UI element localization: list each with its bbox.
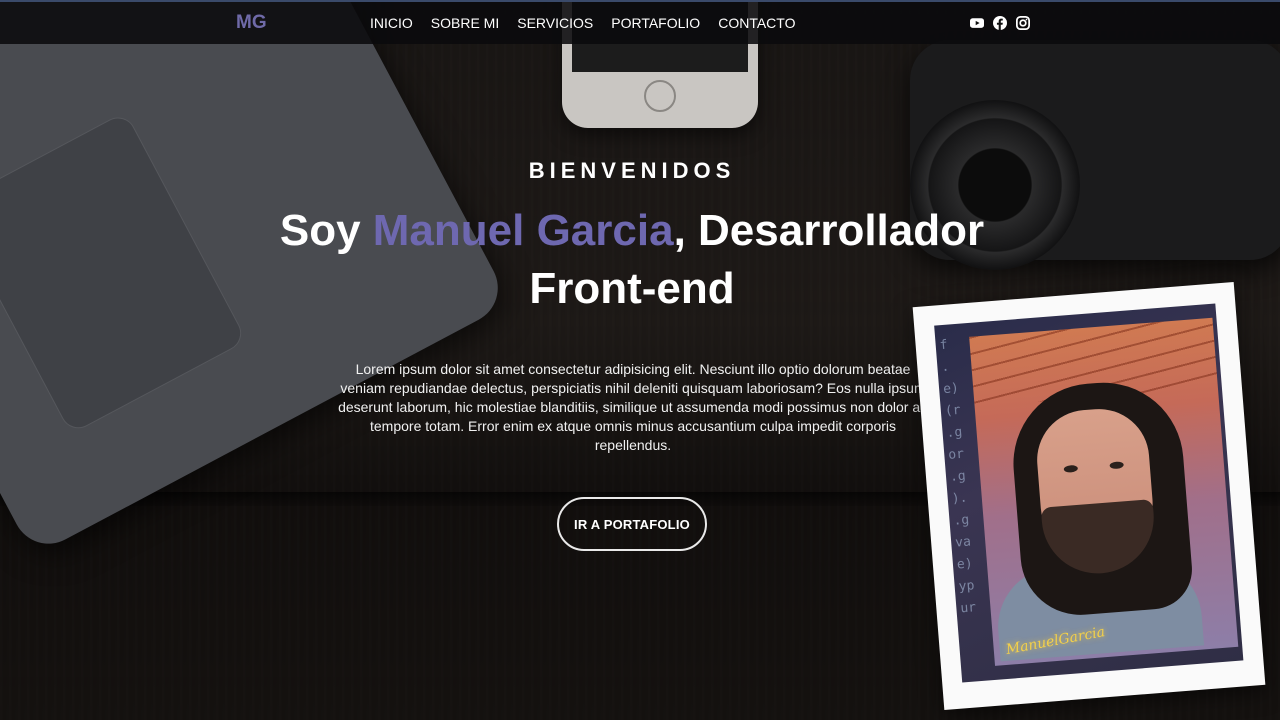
hero-description: Lorem ipsum dolor sit amet consectetur a… bbox=[338, 361, 928, 453]
nav-link-inicio[interactable]: INICIO bbox=[370, 15, 413, 31]
navbar: MG INICIO SOBRE MI SERVICIOS PORTAFOLIO … bbox=[0, 0, 1280, 44]
nav-link-servicios[interactable]: SERVICIOS bbox=[517, 15, 593, 31]
social-links bbox=[970, 16, 1030, 30]
youtube-icon[interactable] bbox=[970, 16, 984, 30]
hero-eyebrow: BIENVENIDOS bbox=[528, 158, 736, 183]
nav-links: INICIO SOBRE MI SERVICIOS PORTAFOLIO CON… bbox=[370, 15, 795, 31]
portfolio-cta-button[interactable]: IR A PORTAFOLIO bbox=[557, 497, 707, 551]
nav-link-contacto[interactable]: CONTACTO bbox=[718, 15, 795, 31]
nav-link-portafolio[interactable]: PORTAFOLIO bbox=[611, 15, 700, 31]
hero-title-prefix: Soy bbox=[279, 206, 373, 255]
brand-logo[interactable]: MG bbox=[236, 12, 267, 34]
hero-title: Soy Manuel Garcia, Desarrollador Front-e… bbox=[240, 202, 1024, 318]
hero-title-name: Manuel Garcia bbox=[372, 206, 674, 255]
phone-home-button bbox=[644, 80, 676, 112]
profile-photo: f. e) (r .g or .g). .g va e) yp ur ManuelGarcia bbox=[934, 303, 1244, 683]
facebook-icon[interactable] bbox=[993, 16, 1007, 30]
instagram-icon[interactable] bbox=[1016, 16, 1030, 30]
profile-photo-card: f. e) (r .g or .g). .g va e) yp ur ManuelGarcia bbox=[912, 281, 1266, 711]
nav-link-sobre-mi[interactable]: SOBRE MI bbox=[431, 15, 499, 31]
